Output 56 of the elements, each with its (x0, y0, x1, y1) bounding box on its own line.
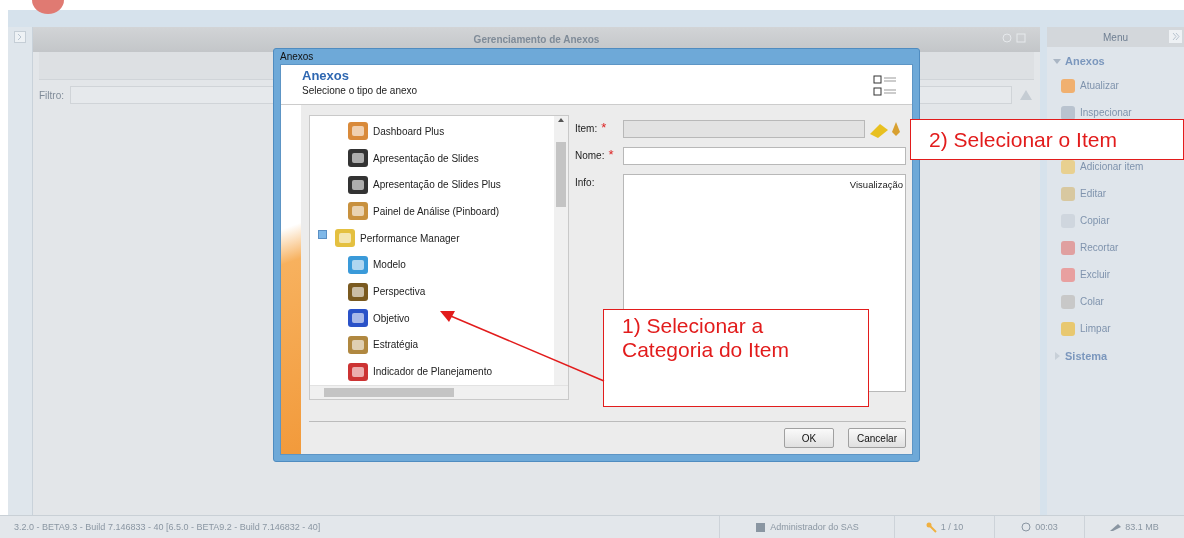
dialog-title: Anexos (280, 51, 314, 62)
scroll-up-icon[interactable] (557, 116, 565, 124)
menu-item-icon (1061, 105, 1075, 120)
user-name: Administrador do SAS (770, 522, 859, 532)
dialog-subtitle: Selecione o tipo de anexo (302, 85, 418, 96)
memory-text: 83.1 MB (1125, 522, 1159, 532)
memory-icon (1110, 523, 1122, 531)
user-icon (755, 521, 767, 533)
name-field[interactable] (623, 147, 906, 165)
tree-item[interactable]: Estratégia (373, 339, 419, 351)
section-toggle-icon[interactable] (1053, 57, 1061, 65)
tree-item[interactable]: Painel de Análise (Pinboard) (373, 205, 500, 217)
ok-button[interactable]: OK (783, 428, 834, 448)
clock-icon (1021, 522, 1032, 532)
dialog-heading: Anexos (302, 68, 350, 83)
horizontal-scrollbar[interactable] (310, 385, 568, 399)
time-text: 00:03 (1035, 522, 1058, 532)
menu-item-icon (1061, 186, 1075, 201)
filter-label: Filtro: (39, 89, 64, 101)
vertical-scrollbar[interactable] (554, 116, 568, 385)
help-icon[interactable] (1002, 33, 1012, 43)
cancel-button[interactable]: Cancelar (847, 428, 906, 448)
menu-item-icon (1061, 240, 1075, 255)
item-field[interactable] (623, 120, 865, 138)
panel-title: Gerenciamento de Anexos (473, 34, 600, 45)
tree-item[interactable]: Apresentação de Slides Plus (373, 179, 501, 191)
tree-item[interactable]: Modelo (373, 259, 406, 271)
tree-item[interactable]: Objetivo (373, 312, 410, 324)
annotation-callout: 2) Selecionar o Item (910, 119, 1184, 160)
menu-item-icon (1061, 78, 1075, 93)
tree-item[interactable]: Indicador de Planejamento (373, 366, 492, 378)
menu-item-icon (1061, 267, 1075, 282)
collapse-icon[interactable] (1169, 30, 1182, 43)
tree-item[interactable]: Dashboard Plus (373, 125, 445, 137)
key-icon (925, 521, 937, 533)
item-label: Item: (575, 123, 598, 134)
annotation-callout: 1) Selecionar a Categoria do Item (603, 309, 869, 407)
filter-icon[interactable] (1018, 88, 1034, 102)
scroll-thumb[interactable] (556, 142, 566, 207)
info-label: Info: (575, 177, 595, 188)
expand-icon[interactable] (14, 31, 26, 43)
name-label: Nome: (575, 150, 605, 161)
menu-item-icon (1061, 294, 1075, 309)
tree-item[interactable]: Apresentação de Slides (373, 152, 479, 164)
window-icon[interactable] (1016, 33, 1026, 43)
scroll-thumb[interactable] (324, 388, 454, 397)
version-text: 3.2.0 - BETA9.3 - Build 7.146833 - 40 [6.5.0 - BETA9.2 - Build 7.146832 - 40] (14, 522, 321, 532)
menu-item-icon (1061, 321, 1075, 336)
expand-toggle[interactable] (318, 229, 327, 239)
menu-title: Menu (1103, 31, 1128, 43)
required-mark: * (608, 150, 614, 160)
preview-label: Visualização (849, 179, 903, 192)
required-mark: * (601, 123, 607, 133)
tree-item[interactable]: Performance Manager (360, 232, 460, 244)
tree-item[interactable]: Perspectiva (373, 286, 426, 298)
count-text: 1 / 10 (940, 522, 964, 532)
